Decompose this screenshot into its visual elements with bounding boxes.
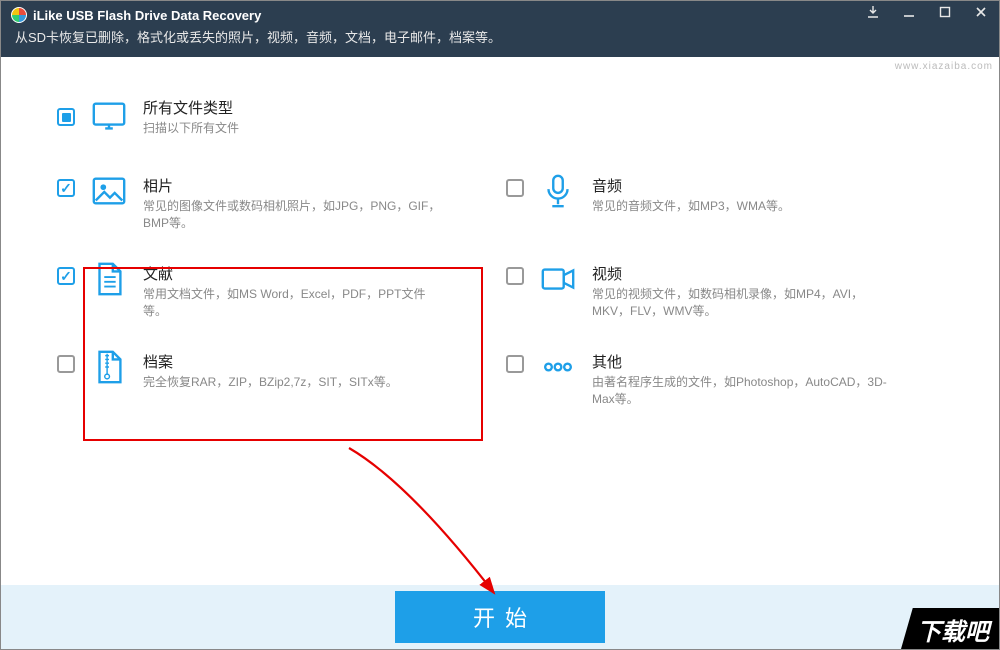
document-checkbox[interactable] xyxy=(57,267,75,285)
document-label: 文献 xyxy=(143,263,443,284)
all-types-desc: 扫描以下所有文件 xyxy=(143,120,239,137)
app-subtitle: 从SD卡恢复已删除，格式化或丢失的照片，视频，音频，文档，电子邮件，档案等。 xyxy=(11,27,989,46)
right-column: 音频 常见的音频文件，如MP3，WMA等。 视频 常见的视频文件，如数码相机录像… xyxy=(500,165,949,429)
left-column: 相片 常见的图像文件或数码相机照片，如JPG，PNG，GIF，BMP等。 文献 … xyxy=(51,165,500,429)
microphone-icon xyxy=(538,171,578,211)
start-button[interactable]: 开始 xyxy=(395,591,605,643)
type-video: 视频 常见的视频文件，如数码相机录像，如MP4，AVI，MKV，FLV，WMV等… xyxy=(500,253,949,341)
photo-desc: 常见的图像文件或数码相机照片，如JPG，PNG，GIF，BMP等。 xyxy=(143,198,443,232)
type-document: 文献 常用文档文件，如MS Word，Excel，PDF，PPT文件等。 xyxy=(51,253,500,341)
minimize-button[interactable] xyxy=(891,1,927,23)
archive-desc: 完全恢复RAR，ZIP，BZip2,7z，SIT，SITx等。 xyxy=(143,374,398,391)
document-icon xyxy=(89,259,129,299)
video-checkbox[interactable] xyxy=(506,267,524,285)
type-archive: 档案 完全恢复RAR，ZIP，BZip2,7z，SIT，SITx等。 xyxy=(51,341,500,429)
type-photo: 相片 常见的图像文件或数码相机照片，如JPG，PNG，GIF，BMP等。 xyxy=(51,165,500,253)
archive-checkbox[interactable] xyxy=(57,355,75,373)
more-icon xyxy=(538,347,578,387)
source-logo-stamp: 下载吧 xyxy=(901,608,999,649)
all-types-row: 所有文件类型 扫描以下所有文件 xyxy=(57,97,949,137)
audio-desc: 常见的音频文件，如MP3，WMA等。 xyxy=(592,198,790,215)
video-icon xyxy=(538,259,578,299)
photo-checkbox[interactable] xyxy=(57,179,75,197)
download-button[interactable] xyxy=(855,1,891,23)
other-label: 其他 xyxy=(592,351,892,372)
image-icon xyxy=(89,171,129,211)
app-title: iLike USB Flash Drive Data Recovery xyxy=(33,8,261,23)
other-desc: 由著名程序生成的文件，如Photoshop，AutoCAD，3D-Max等。 xyxy=(592,374,892,408)
video-label: 视频 xyxy=(592,263,892,284)
type-audio: 音频 常见的音频文件，如MP3，WMA等。 xyxy=(500,165,949,253)
archive-icon xyxy=(89,347,129,387)
all-types-label: 所有文件类型 xyxy=(143,97,239,118)
maximize-button[interactable] xyxy=(927,1,963,23)
footer: 开始 xyxy=(1,585,999,649)
audio-checkbox[interactable] xyxy=(506,179,524,197)
archive-label: 档案 xyxy=(143,351,398,372)
document-desc: 常用文档文件，如MS Word，Excel，PDF，PPT文件等。 xyxy=(143,286,443,320)
close-button[interactable] xyxy=(963,1,999,23)
all-types-checkbox[interactable] xyxy=(57,108,75,126)
video-desc: 常见的视频文件，如数码相机录像，如MP4，AVI，MKV，FLV，WMV等。 xyxy=(592,286,892,320)
window-controls xyxy=(855,1,999,23)
monitor-icon xyxy=(89,97,129,137)
main-content: 所有文件类型 扫描以下所有文件 相片 常见的图像文件或数码相机照片，如JPG，P… xyxy=(1,57,999,585)
type-other: 其他 由著名程序生成的文件，如Photoshop，AutoCAD，3D-Max等… xyxy=(500,341,949,429)
photo-label: 相片 xyxy=(143,175,443,196)
app-icon xyxy=(11,7,27,23)
titlebar: iLike USB Flash Drive Data Recovery 从SD卡… xyxy=(1,1,999,57)
audio-label: 音频 xyxy=(592,175,790,196)
other-checkbox[interactable] xyxy=(506,355,524,373)
